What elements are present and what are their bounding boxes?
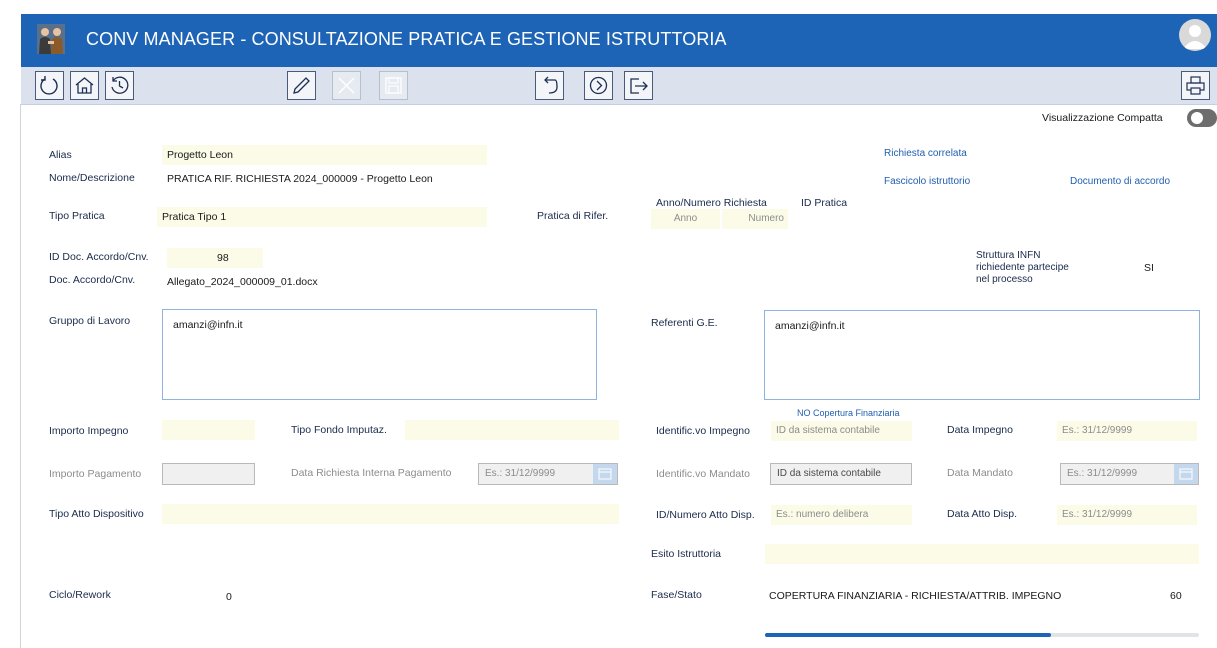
- compact-view-label: Visualizzazione Compatta: [1042, 112, 1163, 124]
- numero-field[interactable]: Numero: [722, 209, 788, 229]
- id-atto-label: ID/Numero Atto Disp.: [656, 509, 755, 521]
- referenti-label: Referenti G.E.: [651, 317, 718, 329]
- data-impegno-label: Data Impegno: [947, 424, 1013, 436]
- id-pratica-label: ID Pratica: [801, 197, 848, 209]
- data-atto-field[interactable]: Es.: 31/12/9999: [1057, 505, 1197, 525]
- cancel-button[interactable]: [332, 71, 361, 100]
- importo-impegno-label: Importo Impegno: [49, 425, 129, 437]
- refresh-button[interactable]: [35, 71, 64, 100]
- gruppo-lavoro-label: Gruppo di Lavoro: [49, 315, 131, 327]
- exit-icon: [630, 78, 648, 94]
- next-button[interactable]: [584, 71, 613, 100]
- save-button[interactable]: [379, 71, 408, 100]
- data-richiesta-pagamento-label: Data Richiesta Interna Pagamento: [291, 467, 452, 479]
- data-richiesta-pagamento-field[interactable]: Es.: 31/12/9999: [478, 463, 618, 485]
- doc-accordo-value[interactable]: Allegato_2024_000009_01.docx: [167, 276, 318, 288]
- page-title: CONV MANAGER - CONSULTAZIONE PRATICA E G…: [86, 29, 727, 49]
- tipo-pratica-field[interactable]: Pratica Tipo 1: [157, 207, 487, 227]
- ciclo-label: Ciclo/Rework: [49, 589, 111, 601]
- fase-label: Fase/Stato: [651, 589, 702, 601]
- edit-button[interactable]: [287, 71, 316, 100]
- data-mandato-label: Data Mandato: [947, 467, 1013, 479]
- pratica-rif-label: Pratica di Rifer.: [537, 210, 609, 222]
- progress-bar: [765, 633, 1199, 637]
- richiesta-correlata-link[interactable]: Richiesta correlata: [884, 148, 967, 159]
- identificativo-mandato-field[interactable]: ID da sistema contabile: [770, 463, 912, 485]
- refresh-icon: [40, 76, 58, 95]
- undo-icon: [544, 76, 558, 94]
- fase-value: COPERTURA FINANZIARIA - RICHIESTA/ATTRIB…: [769, 590, 1062, 602]
- calendar-icon[interactable]: [1174, 464, 1198, 484]
- content-border: [20, 104, 21, 648]
- identificativo-impegno-label: Identific.vo Impegno: [656, 425, 750, 437]
- gruppo-lavoro-value: amanzi@infn.it: [173, 319, 243, 331]
- id-atto-field[interactable]: Es.: numero delibera: [771, 505, 912, 525]
- undo-button[interactable]: [535, 71, 564, 100]
- home-icon: [75, 77, 94, 94]
- print-button[interactable]: [1181, 71, 1210, 100]
- cancel-icon: [338, 77, 355, 94]
- struttura-value: SI: [1144, 262, 1154, 274]
- importo-pagamento-field[interactable]: [162, 463, 255, 485]
- struttura-label-2: richiedente partecipe: [976, 262, 1069, 273]
- save-icon: [385, 77, 402, 94]
- tipo-atto-field[interactable]: [162, 504, 619, 524]
- data-richiesta-pagamento-placeholder: Es.: 31/12/9999: [485, 468, 556, 479]
- edit-icon: [293, 77, 310, 94]
- toolbar: [21, 67, 1217, 105]
- alias-field[interactable]: Progetto Leon: [162, 145, 487, 165]
- gruppo-lavoro-textarea[interactable]: amanzi@infn.it: [162, 309, 597, 400]
- tipo-fondo-field[interactable]: [405, 420, 619, 440]
- data-atto-label: Data Atto Disp.: [947, 508, 1018, 520]
- struttura-label-1: Struttura INFN: [976, 250, 1041, 261]
- copertura-note: NO Copertura Finanziaria: [797, 408, 900, 418]
- history-button[interactable]: [105, 71, 134, 100]
- anno-numero-label: Anno/Numero Richiesta: [656, 197, 767, 209]
- doc-accordo-label: Doc. Accordo/Cnv.: [49, 274, 136, 286]
- data-mandato-field[interactable]: Es.: 31/12/9999: [1060, 463, 1199, 485]
- calendar-icon[interactable]: [593, 464, 617, 484]
- home-button[interactable]: [70, 71, 99, 100]
- print-icon: [1186, 76, 1205, 95]
- history-icon: [111, 76, 129, 94]
- data-impegno-field[interactable]: Es.: 31/12/9999: [1057, 421, 1197, 441]
- tipo-fondo-label: Tipo Fondo Imputaz.: [291, 424, 387, 436]
- esito-label: Esito Istruttoria: [651, 548, 722, 560]
- exit-button[interactable]: [624, 71, 653, 100]
- importo-pagamento-label: Importo Pagamento: [49, 468, 142, 480]
- next-icon: [589, 76, 608, 95]
- fase-number: 60: [1170, 590, 1182, 602]
- toggle-knob: [1191, 112, 1203, 124]
- anno-field[interactable]: Anno: [651, 209, 720, 229]
- referenti-value: amanzi@infn.it: [775, 320, 845, 332]
- fascicolo-link[interactable]: Fascicolo istruttorio: [884, 176, 970, 187]
- identificativo-mandato-label: Identific.vo Mandato: [656, 468, 750, 480]
- id-doc-label: ID Doc. Accordo/Cnv.: [49, 251, 149, 263]
- tipo-atto-label: Tipo Atto Dispositivo: [49, 508, 144, 520]
- struttura-label-3: nel processo: [976, 274, 1033, 285]
- referenti-textarea[interactable]: amanzi@infn.it: [764, 310, 1200, 400]
- id-doc-field[interactable]: 98: [167, 248, 263, 268]
- nome-value: PRATICA RIF. RICHIESTA 2024_000009 - Pro…: [167, 173, 433, 185]
- ciclo-value: 0: [226, 591, 232, 603]
- progress-fill: [765, 633, 1052, 637]
- importo-impegno-field[interactable]: [162, 420, 255, 440]
- documento-accordo-link[interactable]: Documento di accordo: [1070, 176, 1170, 187]
- alias-label: Alias: [49, 149, 72, 161]
- data-mandato-placeholder: Es.: 31/12/9999: [1067, 468, 1138, 479]
- app-logo-icon: [37, 24, 65, 54]
- esito-field[interactable]: [765, 544, 1199, 564]
- user-avatar-icon[interactable]: [1179, 19, 1211, 51]
- compact-view-toggle[interactable]: [1187, 109, 1217, 127]
- tipo-pratica-label: Tipo Pratica: [49, 210, 105, 222]
- nome-label: Nome/Descrizione: [49, 172, 135, 184]
- identificativo-impegno-field[interactable]: ID da sistema contabile: [771, 421, 912, 441]
- title-bar: CONV MANAGER - CONSULTAZIONE PRATICA E G…: [21, 14, 1217, 67]
